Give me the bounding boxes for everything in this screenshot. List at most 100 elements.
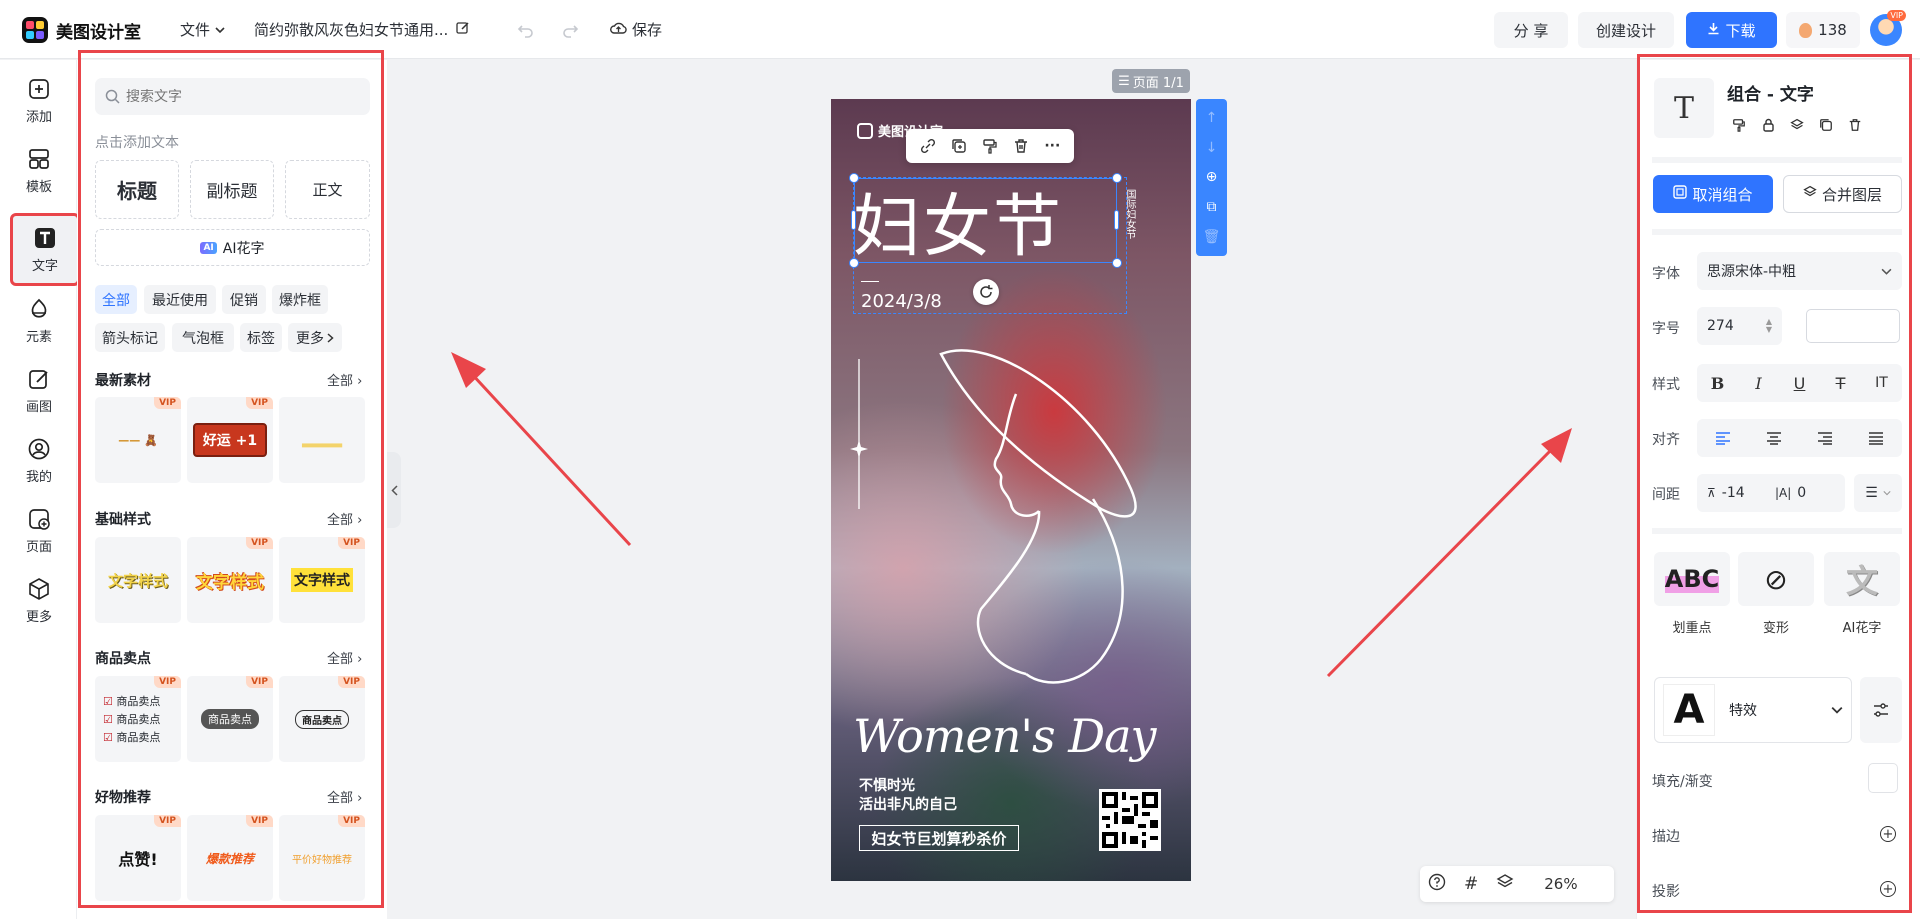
resize-handle[interactable]: [849, 173, 859, 183]
highlight-effect-button[interactable]: ABC: [1654, 552, 1730, 606]
ungroup-button[interactable]: 取消组合: [1653, 175, 1773, 213]
add-page-icon[interactable]: ⊕: [1206, 169, 1218, 185]
collapse-panel-button[interactable]: [387, 452, 401, 528]
delete-icon[interactable]: [1010, 135, 1032, 157]
text-style-tile[interactable]: VIP 文字样式: [279, 537, 365, 623]
add-stroke-icon[interactable]: +: [1880, 826, 1896, 842]
font-size-input[interactable]: [1806, 309, 1900, 343]
more-icon[interactable]: ···: [1041, 135, 1063, 157]
ai-text-effect-button[interactable]: 文: [1824, 552, 1900, 606]
download-button[interactable]: 下载: [1686, 12, 1777, 48]
chip-recent[interactable]: 最近使用: [144, 285, 216, 314]
help-icon[interactable]: [1428, 873, 1446, 895]
unlink-icon[interactable]: [917, 135, 939, 157]
layers-icon[interactable]: [1496, 873, 1514, 895]
side-resize-handle[interactable]: [851, 210, 856, 230]
list-style-select[interactable]: ☰: [1854, 474, 1902, 512]
delete-icon[interactable]: [1846, 116, 1864, 134]
section-all-link[interactable]: 全部 ›: [327, 648, 362, 667]
align-right-icon[interactable]: [1809, 424, 1841, 452]
lock-icon[interactable]: [1759, 116, 1777, 134]
text-style-tile[interactable]: 文字样式: [95, 537, 181, 623]
resize-handle[interactable]: [1112, 173, 1122, 183]
page-indicator[interactable]: ☰ 页面 1/1: [1112, 69, 1190, 93]
transform-effect-button[interactable]: ⊘: [1738, 552, 1814, 606]
text-style-tile[interactable]: VIP 商品卖点: [279, 676, 365, 762]
strikethrough-icon[interactable]: T: [1825, 369, 1857, 397]
coins-button[interactable]: 138: [1786, 12, 1860, 48]
text-style-tile[interactable]: VIP ☑ 商品卖点 ☑ 商品卖点 ☑ 商品卖点: [95, 676, 181, 762]
section-all-link[interactable]: 全部 ›: [327, 509, 362, 528]
rail-item-more[interactable]: 更多: [10, 568, 68, 634]
text-style-tile[interactable]: ▂▂▂▂: [279, 397, 365, 483]
align-center-icon[interactable]: [1758, 424, 1790, 452]
add-shadow-icon[interactable]: +: [1880, 881, 1896, 897]
undo-icon[interactable]: [516, 0, 534, 59]
effect-settings-button[interactable]: [1860, 677, 1902, 743]
rail-item-add[interactable]: 添加: [10, 68, 68, 134]
section-all-link[interactable]: 全部 ›: [327, 370, 362, 389]
rotate-icon[interactable]: [973, 279, 999, 305]
font-size-stepper[interactable]: 274 ▲ ▼: [1697, 307, 1782, 345]
text-style-tile[interactable]: VIP 商品卖点: [187, 676, 273, 762]
move-up-icon[interactable]: ↑: [1206, 110, 1218, 126]
rail-item-page[interactable]: 页面: [10, 498, 68, 564]
rail-item-elements[interactable]: 元素: [10, 288, 68, 354]
chip-promo[interactable]: 促销: [222, 285, 266, 314]
delete-page-icon[interactable]: 🗑: [1203, 229, 1221, 245]
format-brush-icon[interactable]: [979, 135, 1001, 157]
resize-handle[interactable]: [1112, 258, 1122, 268]
add-subtitle-button[interactable]: 副标题: [190, 160, 274, 219]
fill-color-swatch[interactable]: [1868, 763, 1898, 793]
rail-item-text[interactable]: 文字: [10, 213, 80, 286]
text-style-tile[interactable]: VIP 爆款推荐: [187, 815, 273, 901]
chip-all[interactable]: 全部: [95, 285, 137, 314]
ai-text-button[interactable]: AI AI花字: [95, 229, 370, 266]
side-resize-handle[interactable]: [1114, 210, 1119, 230]
chip-tag[interactable]: 标签: [240, 323, 282, 352]
font-select[interactable]: 思源宋体-中粗: [1697, 252, 1902, 290]
avatar[interactable]: VIP: [1870, 10, 1906, 46]
merge-layers-button[interactable]: 合并图层: [1783, 175, 1902, 213]
chip-arrow[interactable]: 箭头标记: [95, 323, 165, 352]
poster-english-title[interactable]: Women's Day: [853, 709, 1156, 763]
underline-icon[interactable]: U: [1784, 369, 1816, 397]
poster-cta[interactable]: 妇女节巨划算秒杀价: [859, 825, 1019, 851]
text-style-tile[interactable]: VIP 点赞!: [95, 815, 181, 901]
italic-icon[interactable]: I: [1743, 369, 1775, 397]
bold-icon[interactable]: B: [1702, 369, 1734, 397]
format-brush-icon[interactable]: [1730, 116, 1748, 134]
text-style-tile[interactable]: VIP 好运 +1: [187, 397, 273, 483]
grid-icon[interactable]: #: [1464, 874, 1478, 894]
rail-item-template[interactable]: 模板: [10, 138, 68, 204]
vertical-text-icon[interactable]: IT: [1866, 369, 1898, 397]
move-down-icon[interactable]: ↓: [1206, 140, 1218, 156]
text-style-tile[interactable]: VIP 文字样式: [187, 537, 273, 623]
document-title[interactable]: 简约弥散风灰色妇女节通用...: [254, 0, 470, 59]
copy-page-icon[interactable]: ⧉: [1207, 199, 1217, 215]
text-style-tile[interactable]: VIP 平价好物推荐: [279, 815, 365, 901]
line-spacing-field[interactable]: |A| 0: [1775, 485, 1806, 501]
add-body-button[interactable]: 正文: [285, 160, 370, 219]
selection-box[interactable]: [854, 178, 1117, 263]
qr-code-icon[interactable]: [1099, 789, 1161, 851]
section-all-link[interactable]: 全部 ›: [327, 787, 362, 806]
chip-burst[interactable]: 爆炸框: [272, 285, 328, 314]
save-button[interactable]: 保存: [610, 0, 662, 59]
create-design-button[interactable]: 创建设计: [1578, 12, 1674, 48]
edit-icon[interactable]: [456, 21, 470, 39]
search-box[interactable]: [95, 78, 370, 115]
align-left-icon[interactable]: [1707, 424, 1739, 452]
chip-more[interactable]: 更多: [288, 323, 342, 352]
special-effect-select[interactable]: A 特效: [1654, 677, 1852, 743]
app-logo[interactable]: 美图设计室: [22, 17, 141, 43]
letter-spacing-field[interactable]: ⊼ -14: [1707, 485, 1767, 501]
text-style-tile[interactable]: VIP —— 🧸: [95, 397, 181, 483]
resize-handle[interactable]: [849, 258, 859, 268]
rail-item-mine[interactable]: 我的: [10, 428, 68, 494]
redo-icon[interactable]: [562, 0, 580, 59]
file-menu[interactable]: 文件: [180, 0, 225, 59]
poster-slogan[interactable]: 不惧时光 活出非凡的自己: [859, 777, 957, 815]
chip-bubble[interactable]: 气泡框: [172, 323, 234, 352]
share-button[interactable]: 分 享: [1494, 12, 1568, 48]
